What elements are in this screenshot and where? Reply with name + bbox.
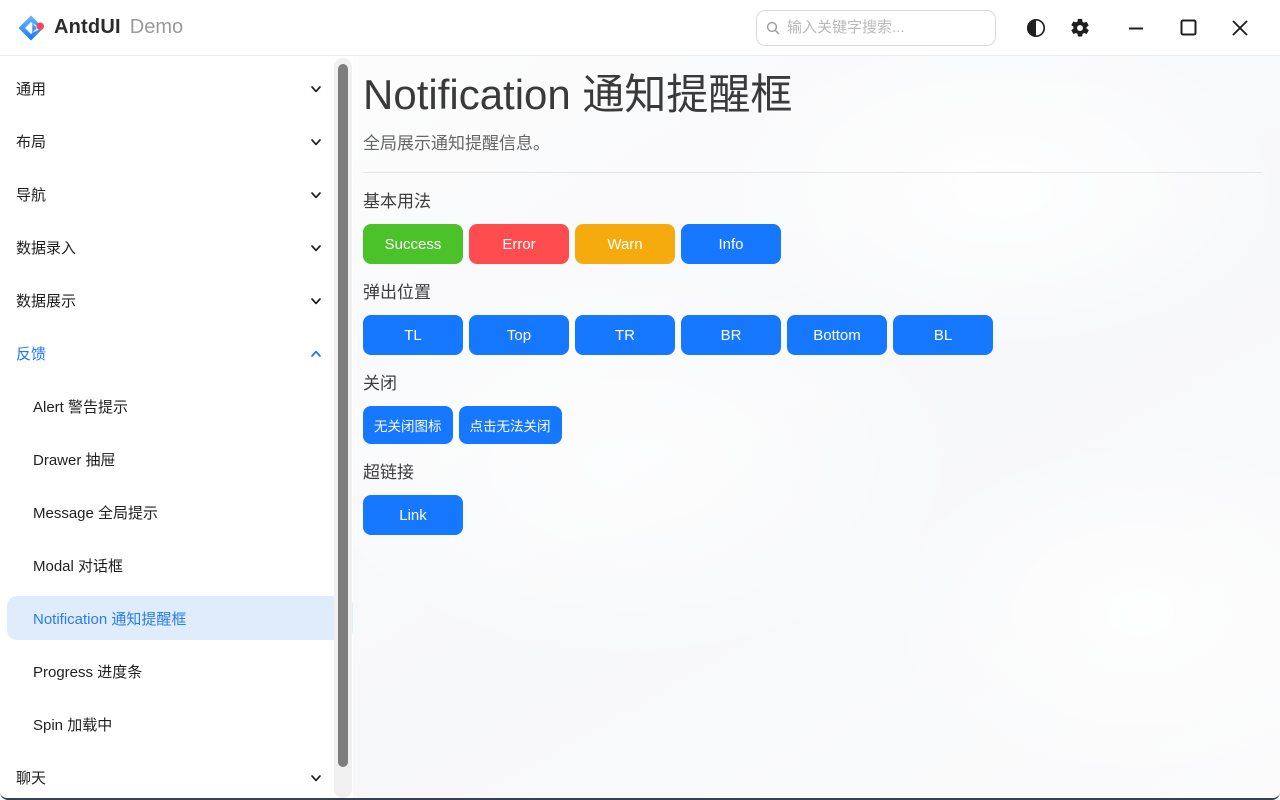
sidebar-group-feedback[interactable]: 反馈	[0, 327, 353, 380]
antdui-logo-icon	[16, 13, 46, 43]
popup-position-buttons: TL Top TR BR Bottom BL	[363, 315, 1264, 355]
close-demo-buttons: 无关闭图标 点击无法关闭	[363, 406, 1264, 444]
sidebar-group-layout[interactable]: 布局	[0, 115, 353, 168]
page-title: Notification 通知提醒框	[363, 69, 1264, 121]
app-window: AntdUI Demo	[0, 0, 1280, 800]
sidebar-group-label: 导航	[16, 184, 46, 205]
link-button[interactable]: Link	[363, 495, 463, 535]
section-heading-close: 关闭	[363, 369, 1264, 394]
sidebar-group-label: 布局	[16, 131, 46, 152]
sidebar-group-data-display[interactable]: 数据展示	[0, 274, 353, 327]
minimize-button[interactable]	[1110, 8, 1162, 48]
success-button[interactable]: Success	[363, 224, 463, 264]
maximize-button[interactable]	[1162, 8, 1214, 48]
no-close-icon-button[interactable]: 无关闭图标	[363, 406, 453, 444]
close-button[interactable]	[1214, 8, 1266, 48]
sidebar-item-label: Modal 对话框	[33, 555, 123, 576]
bl-button[interactable]: BL	[893, 315, 993, 355]
settings-gear-icon	[1069, 17, 1091, 39]
sidebar-item-label: Alert 警告提示	[33, 396, 128, 417]
info-button[interactable]: Info	[681, 224, 781, 264]
main-content: Notification 通知提醒框 全局展示通知提醒信息。 基本用法 Succ…	[353, 56, 1280, 798]
sidebar-item-drawer[interactable]: Drawer 抽屉	[0, 433, 353, 486]
close-icon	[1231, 19, 1249, 37]
theme-toggle-icon	[1025, 17, 1047, 39]
page-description: 全局展示通知提醒信息。	[363, 129, 1264, 154]
hyperlink-buttons: Link	[363, 495, 1264, 535]
settings-button[interactable]	[1058, 8, 1102, 48]
chevron-up-icon	[309, 347, 323, 361]
chevron-down-icon	[309, 294, 323, 308]
maximize-icon	[1180, 19, 1197, 36]
sidebar: 通用 布局 导航 数据录入 数据展示 反馈	[0, 56, 353, 798]
chevron-down-icon	[309, 135, 323, 149]
bottom-button[interactable]: Bottom	[787, 315, 887, 355]
sidebar-item-label: Message 全局提示	[33, 502, 158, 523]
window-controls	[1110, 8, 1266, 48]
titlebar: AntdUI Demo	[0, 0, 1280, 56]
search-input[interactable]	[756, 10, 996, 46]
sidebar-group-label: 反馈	[16, 343, 46, 364]
sidebar-group-data-entry[interactable]: 数据录入	[0, 221, 353, 274]
minimize-icon	[1127, 19, 1145, 37]
sidebar-item-label: Notification 通知提醒框	[33, 608, 186, 629]
search-icon	[765, 20, 781, 36]
chevron-down-icon	[309, 241, 323, 255]
theme-toggle-button[interactable]	[1014, 8, 1058, 48]
divider	[363, 172, 1262, 173]
error-button[interactable]: Error	[469, 224, 569, 264]
sidebar-item-alert[interactable]: Alert 警告提示	[0, 380, 353, 433]
sidebar-group-navigation[interactable]: 导航	[0, 168, 353, 221]
br-button[interactable]: BR	[681, 315, 781, 355]
sidebar-item-label: Progress 进度条	[33, 661, 142, 682]
sidebar-scrollbar-track	[334, 58, 352, 798]
sidebar-item-label: Drawer 抽屉	[33, 449, 116, 470]
tr-button[interactable]: TR	[575, 315, 675, 355]
warn-button[interactable]: Warn	[575, 224, 675, 264]
sidebar-group-label: 数据展示	[16, 290, 76, 311]
sidebar-item-progress[interactable]: Progress 进度条	[0, 645, 353, 698]
basic-usage-buttons: Success Error Warn Info	[363, 224, 1264, 264]
click-cannot-close-button[interactable]: 点击无法关闭	[459, 406, 562, 444]
sidebar-item-notification[interactable]: Notification 通知提醒框	[0, 592, 353, 645]
chevron-down-icon	[309, 771, 323, 785]
chevron-down-icon	[309, 82, 323, 96]
sidebar-item-spin[interactable]: Spin 加载中	[0, 698, 353, 751]
search-box	[756, 10, 996, 46]
section-heading-popup-position: 弹出位置	[363, 278, 1264, 303]
top-button[interactable]: Top	[469, 315, 569, 355]
tl-button[interactable]: TL	[363, 315, 463, 355]
sidebar-group-general[interactable]: 通用	[0, 62, 353, 115]
chevron-down-icon	[309, 188, 323, 202]
sidebar-group-label: 通用	[16, 78, 46, 99]
sidebar-item-modal[interactable]: Modal 对话框	[0, 539, 353, 592]
sidebar-group-label: 聊天	[16, 767, 46, 788]
section-heading-hyperlink: 超链接	[363, 458, 1264, 483]
sidebar-item-message[interactable]: Message 全局提示	[0, 486, 353, 539]
sidebar-item-label: Spin 加载中	[33, 714, 112, 735]
sidebar-group-chat[interactable]: 聊天	[0, 751, 353, 798]
sidebar-group-label: 数据录入	[16, 237, 76, 258]
app-subtitle: Demo	[130, 16, 183, 39]
section-heading-basic-usage: 基本用法	[363, 187, 1264, 212]
sidebar-scrollbar-thumb[interactable]	[338, 64, 348, 767]
app-title: AntdUI	[54, 16, 121, 39]
